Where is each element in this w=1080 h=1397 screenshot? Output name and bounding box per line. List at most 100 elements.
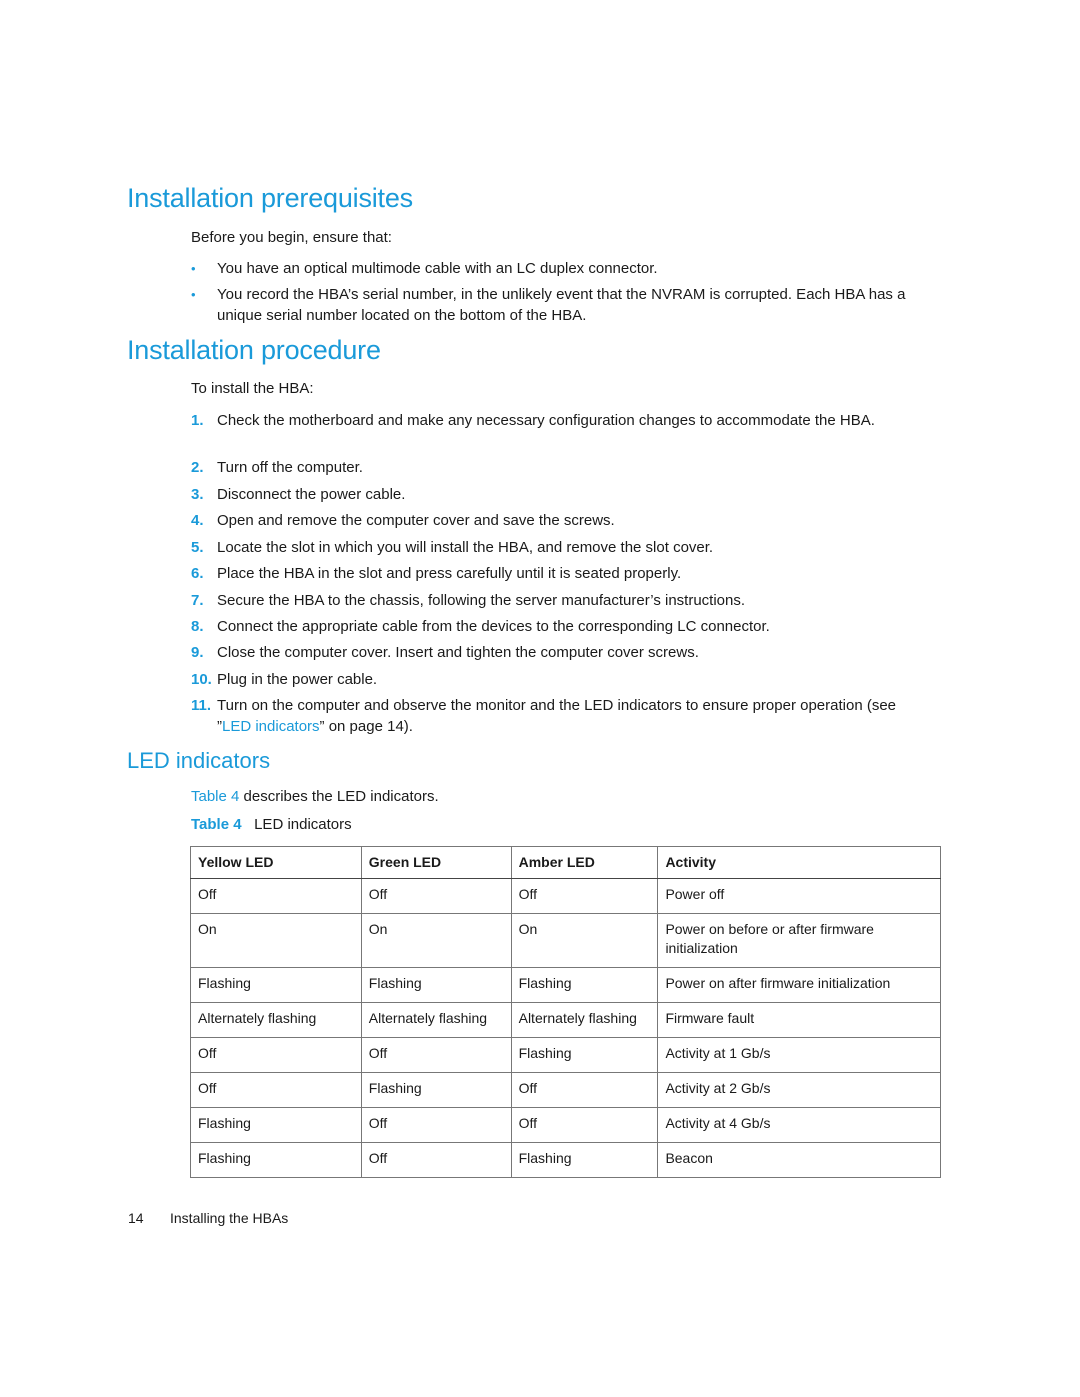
cell-green: On (360, 913, 512, 968)
cell-amber: On (510, 913, 659, 968)
led-indicators-table: Yellow LED Green LED Amber LED Activity … (190, 846, 941, 1178)
cell-yellow: Alternately flashing (190, 1002, 362, 1038)
step-number: 6. (191, 565, 204, 582)
bullet-text: You record the HBA’s serial number, in t… (217, 286, 906, 324)
cell-amber: Off (510, 1072, 659, 1108)
procedure-step: 1. Check the motherboard and make any ne… (191, 410, 931, 431)
cell-activity: Activity at 2 Gb/s (657, 1072, 941, 1108)
step-text-after: ” on page 14). (319, 718, 413, 735)
bullet-icon: • (191, 287, 196, 302)
prereq-bullet: • You record the HBA’s serial number, in… (191, 284, 921, 326)
led-indicators-link[interactable]: LED indicators (222, 718, 320, 735)
table-row: Off Flashing Off Activity at 2 Gb/s (190, 1072, 941, 1108)
step-text: Plug in the power cable. (217, 671, 378, 688)
cell-yellow: Off (190, 1072, 362, 1108)
cell-yellow: Flashing (190, 967, 362, 1003)
header-green-led: Green LED (360, 846, 512, 879)
procedure-step: 6. Place the HBA in the slot and press c… (191, 563, 931, 584)
cell-amber: Flashing (510, 1037, 659, 1073)
procedure-step: 10. Plug in the power cable. (191, 669, 931, 690)
cell-green: Flashing (360, 1072, 512, 1108)
procedure-step: 11. Turn on the computer and observe the… (191, 695, 931, 737)
table-reference-text: describes the LED indicators. (239, 788, 439, 805)
table-row: Off Off Off Power off (190, 878, 941, 914)
step-number: 9. (191, 644, 204, 661)
table-caption-text: LED indicators (254, 816, 352, 833)
cell-green: Off (360, 1037, 512, 1073)
cell-amber: Alternately flashing (510, 1002, 659, 1038)
cell-activity: Activity at 4 Gb/s (657, 1107, 941, 1143)
procedure-step: 7. Secure the HBA to the chassis, follow… (191, 590, 931, 611)
cell-amber: Off (510, 1107, 659, 1143)
cell-green: Off (360, 878, 512, 914)
cell-green: Off (360, 1107, 512, 1143)
bullet-icon: • (191, 261, 196, 276)
heading-led-indicators: LED indicators (127, 748, 271, 773)
header-amber-led: Amber LED (510, 846, 659, 879)
table-row: Alternately flashing Alternately flashin… (190, 1002, 941, 1038)
step-text: Open and remove the computer cover and s… (217, 512, 615, 529)
cell-yellow: Flashing (190, 1107, 362, 1143)
cell-yellow: Off (190, 1037, 362, 1073)
step-number: 5. (191, 539, 204, 556)
table-row: Flashing Off Flashing Beacon (190, 1142, 941, 1178)
cell-green: Off (360, 1142, 512, 1178)
step-number: 8. (191, 618, 204, 635)
header-activity: Activity (657, 846, 941, 879)
step-number: 1. (191, 412, 204, 429)
cell-activity: Power off (657, 878, 941, 914)
page-number: 14 (128, 1210, 144, 1226)
footer-section-title: Installing the HBAs (170, 1210, 289, 1226)
table-row: On On On Power on before or after firmwa… (190, 913, 941, 968)
step-number: 4. (191, 512, 204, 529)
table-caption-label: Table 4 (191, 816, 242, 833)
cell-green: Alternately flashing (360, 1002, 512, 1038)
cell-activity: Beacon (657, 1142, 941, 1178)
step-text: Disconnect the power cable. (217, 486, 406, 503)
heading-installation-procedure: Installation procedure (127, 335, 381, 365)
step-number: 11. (191, 697, 212, 714)
procedure-step: 9. Close the computer cover. Insert and … (191, 642, 931, 663)
prereq-bullet: • You have an optical multimode cable wi… (191, 258, 921, 279)
step-number: 3. (191, 486, 204, 503)
procedure-step: 3. Disconnect the power cable. (191, 484, 931, 505)
bullet-text: You have an optical multimode cable with… (217, 260, 658, 277)
procedure-step: 5. Locate the slot in which you will ins… (191, 537, 931, 558)
step-text: Place the HBA in the slot and press care… (217, 565, 682, 582)
cell-yellow: On (190, 913, 362, 968)
table-row: Flashing Flashing Flashing Power on afte… (190, 967, 941, 1003)
procedure-step: 4. Open and remove the computer cover an… (191, 510, 931, 531)
table-4-link[interactable]: Table 4 (191, 788, 239, 805)
prereq-intro: Before you begin, ensure that: (191, 229, 392, 246)
page-footer: 14 Installing the HBAs (128, 1210, 288, 1226)
table-row: Flashing Off Off Activity at 4 Gb/s (190, 1107, 941, 1143)
cell-yellow: Flashing (190, 1142, 362, 1178)
step-number: 10. (191, 671, 212, 688)
cell-amber: Flashing (510, 967, 659, 1003)
step-number: 2. (191, 459, 204, 476)
step-text: Check the motherboard and make any neces… (217, 412, 875, 429)
cell-activity: Power on before or after firmware initia… (657, 913, 941, 968)
table-caption: Table 4 LED indicators (191, 814, 352, 835)
table-reference: Table 4 describes the LED indicators. (191, 786, 439, 807)
header-yellow-led: Yellow LED (190, 846, 362, 879)
cell-activity: Firmware fault (657, 1002, 941, 1038)
cell-green: Flashing (360, 967, 512, 1003)
step-text: Turn off the computer. (217, 459, 363, 476)
cell-activity: Power on after firmware initialization (657, 967, 941, 1003)
cell-yellow: Off (190, 878, 362, 914)
heading-installation-prerequisites: Installation prerequisites (127, 183, 413, 213)
step-text: Close the computer cover. Insert and tig… (217, 644, 699, 661)
table-header-row: Yellow LED Green LED Amber LED Activity (190, 846, 941, 879)
step-number: 7. (191, 592, 204, 609)
cell-amber: Flashing (510, 1142, 659, 1178)
procedure-intro: To install the HBA: (191, 380, 314, 397)
table-row: Off Off Flashing Activity at 1 Gb/s (190, 1037, 941, 1073)
procedure-step: 8. Connect the appropriate cable from th… (191, 616, 931, 637)
step-text: Locate the slot in which you will instal… (217, 539, 714, 556)
step-text: Secure the HBA to the chassis, following… (217, 592, 746, 609)
step-text: Turn on the computer and observe the mon… (217, 695, 931, 737)
cell-amber: Off (510, 878, 659, 914)
procedure-step: 2. Turn off the computer. (191, 457, 931, 478)
cell-activity: Activity at 1 Gb/s (657, 1037, 941, 1073)
